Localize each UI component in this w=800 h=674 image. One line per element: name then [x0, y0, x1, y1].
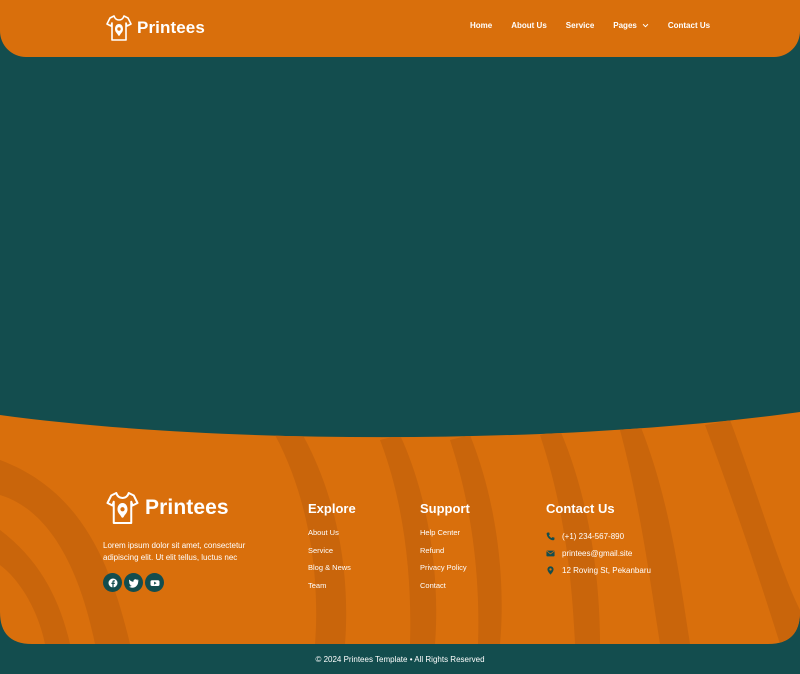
tshirt-logo-icon [106, 492, 139, 524]
nav-item-label: Service [565, 21, 595, 30]
nav-item-label: About Us [511, 21, 547, 30]
nav-item-label: Contact Us [667, 21, 711, 30]
support-link-contact[interactable]: Contact [420, 581, 470, 599]
explore-link-about-us[interactable]: About Us [308, 528, 356, 546]
map-pin-icon [547, 566, 554, 575]
youtube-link[interactable] [145, 573, 164, 592]
footer-section: Printees Lorem ipsum dolor sit amet, con… [0, 0, 800, 674]
footer-logo[interactable]: Printees [105, 489, 229, 527]
twitter-link[interactable] [124, 573, 143, 592]
nav-item-pages[interactable]: Pages [613, 21, 649, 30]
contact-details: (+1) 234-567-890 printees@gmail.site 12 … [546, 528, 651, 579]
contact-address-text: 12 Roving St, Pekanbaru [562, 566, 651, 575]
contact-title: Contact Us [546, 501, 615, 516]
nav-item-label: Pages [613, 21, 637, 30]
header-brand-name: Printees [137, 18, 205, 37]
explore-title: Explore [308, 501, 356, 516]
phone-icon [546, 532, 555, 541]
nav-item-about-us[interactable]: About Us [511, 21, 547, 30]
tshirt-logo-icon [106, 15, 132, 41]
support-link-refund[interactable]: Refund [420, 546, 470, 564]
site-header: Printees Home About Us Service Pages Con… [0, 0, 800, 57]
nav-item-contact-us[interactable]: Contact Us [668, 21, 710, 30]
footer-support-column: Support Help Center Refund Privacy Polic… [420, 501, 470, 599]
footer-content: Printees Lorem ipsum dolor sit amet, con… [0, 0, 800, 674]
contact-email-text: printees@gmail.site [562, 549, 633, 558]
nav-item-label: Home [470, 21, 493, 30]
footer-explore-column: Explore About Us Service Blog & News Tea… [308, 501, 356, 599]
social-links [103, 573, 166, 592]
header-logo[interactable]: Printees [105, 13, 205, 43]
contact-address[interactable]: 12 Roving St, Pekanbaru [546, 562, 651, 579]
chevron-down-icon [642, 23, 649, 28]
footer-brand-name: Printees [145, 496, 229, 519]
youtube-icon [150, 579, 159, 586]
contact-phone[interactable]: (+1) 234-567-890 [546, 528, 651, 545]
contact-phone-text: (+1) 234-567-890 [562, 532, 625, 541]
copyright-text: © 2024 Printees Template • All Rights Re… [315, 655, 485, 664]
support-title: Support [420, 501, 470, 516]
support-link-privacy-policy[interactable]: Privacy Policy [420, 563, 470, 581]
explore-link-team[interactable]: Team [308, 581, 356, 599]
explore-links: About Us Service Blog & News Team [308, 528, 356, 599]
facebook-link[interactable] [103, 573, 122, 592]
footer-contact-column: Contact Us (+1) 234-567-890 printees@gma… [546, 501, 651, 579]
support-links: Help Center Refund Privacy Policy Contac… [420, 528, 470, 599]
twitter-icon [128, 578, 139, 588]
envelope-icon [546, 550, 555, 557]
support-link-help-center[interactable]: Help Center [420, 528, 470, 546]
nav-item-home[interactable]: Home [470, 21, 492, 30]
facebook-icon [108, 578, 117, 587]
explore-link-service[interactable]: Service [308, 546, 356, 564]
nav-item-service[interactable]: Service [566, 21, 594, 30]
main-nav: Home About Us Service Pages Contact Us [470, 21, 710, 30]
explore-link-blog-news[interactable]: Blog & News [308, 563, 356, 581]
contact-email[interactable]: printees@gmail.site [546, 545, 651, 562]
footer-about-text: Lorem ipsum dolor sit amet, consectetur … [103, 541, 246, 562]
